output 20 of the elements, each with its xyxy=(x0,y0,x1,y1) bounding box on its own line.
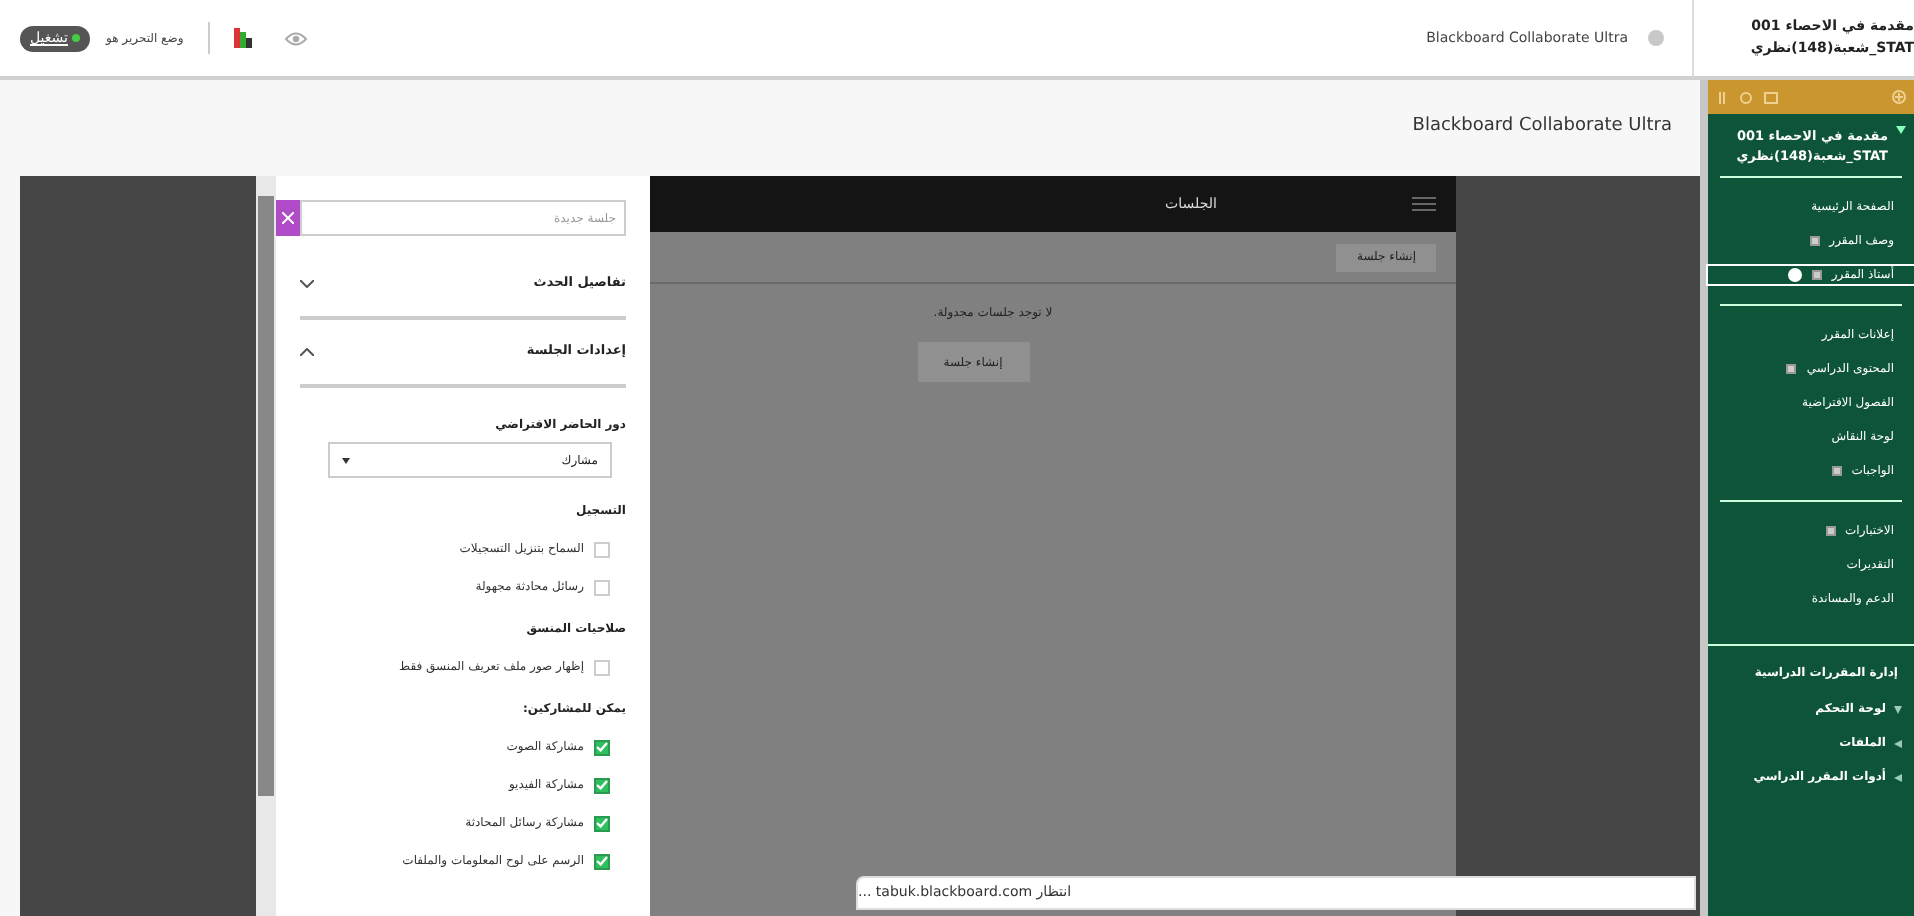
checkbox[interactable] xyxy=(594,853,610,869)
caret-icon[interactable] xyxy=(1896,126,1906,134)
checkbox[interactable] xyxy=(594,579,610,595)
page-title: Blackboard Collaborate Ultra xyxy=(1412,114,1672,141)
checkbox[interactable] xyxy=(594,777,610,793)
dropdown-arrow-icon xyxy=(342,457,350,463)
checkbox[interactable] xyxy=(594,541,610,557)
color-bars-icon[interactable] xyxy=(233,28,252,48)
close-icon xyxy=(282,212,294,224)
checkbox[interactable] xyxy=(594,815,610,831)
eye-icon[interactable] xyxy=(283,29,308,47)
chevron-down-icon xyxy=(300,280,314,288)
chevron-up-icon xyxy=(300,348,314,356)
circle-icon[interactable] xyxy=(1648,30,1664,46)
add-icon[interactable] xyxy=(1892,90,1906,104)
checkbox[interactable] xyxy=(594,659,610,675)
scrollbar[interactable] xyxy=(256,176,276,916)
checkbox[interactable] xyxy=(594,739,610,755)
close-button[interactable] xyxy=(276,200,300,236)
menu-icon[interactable] xyxy=(1411,196,1436,212)
